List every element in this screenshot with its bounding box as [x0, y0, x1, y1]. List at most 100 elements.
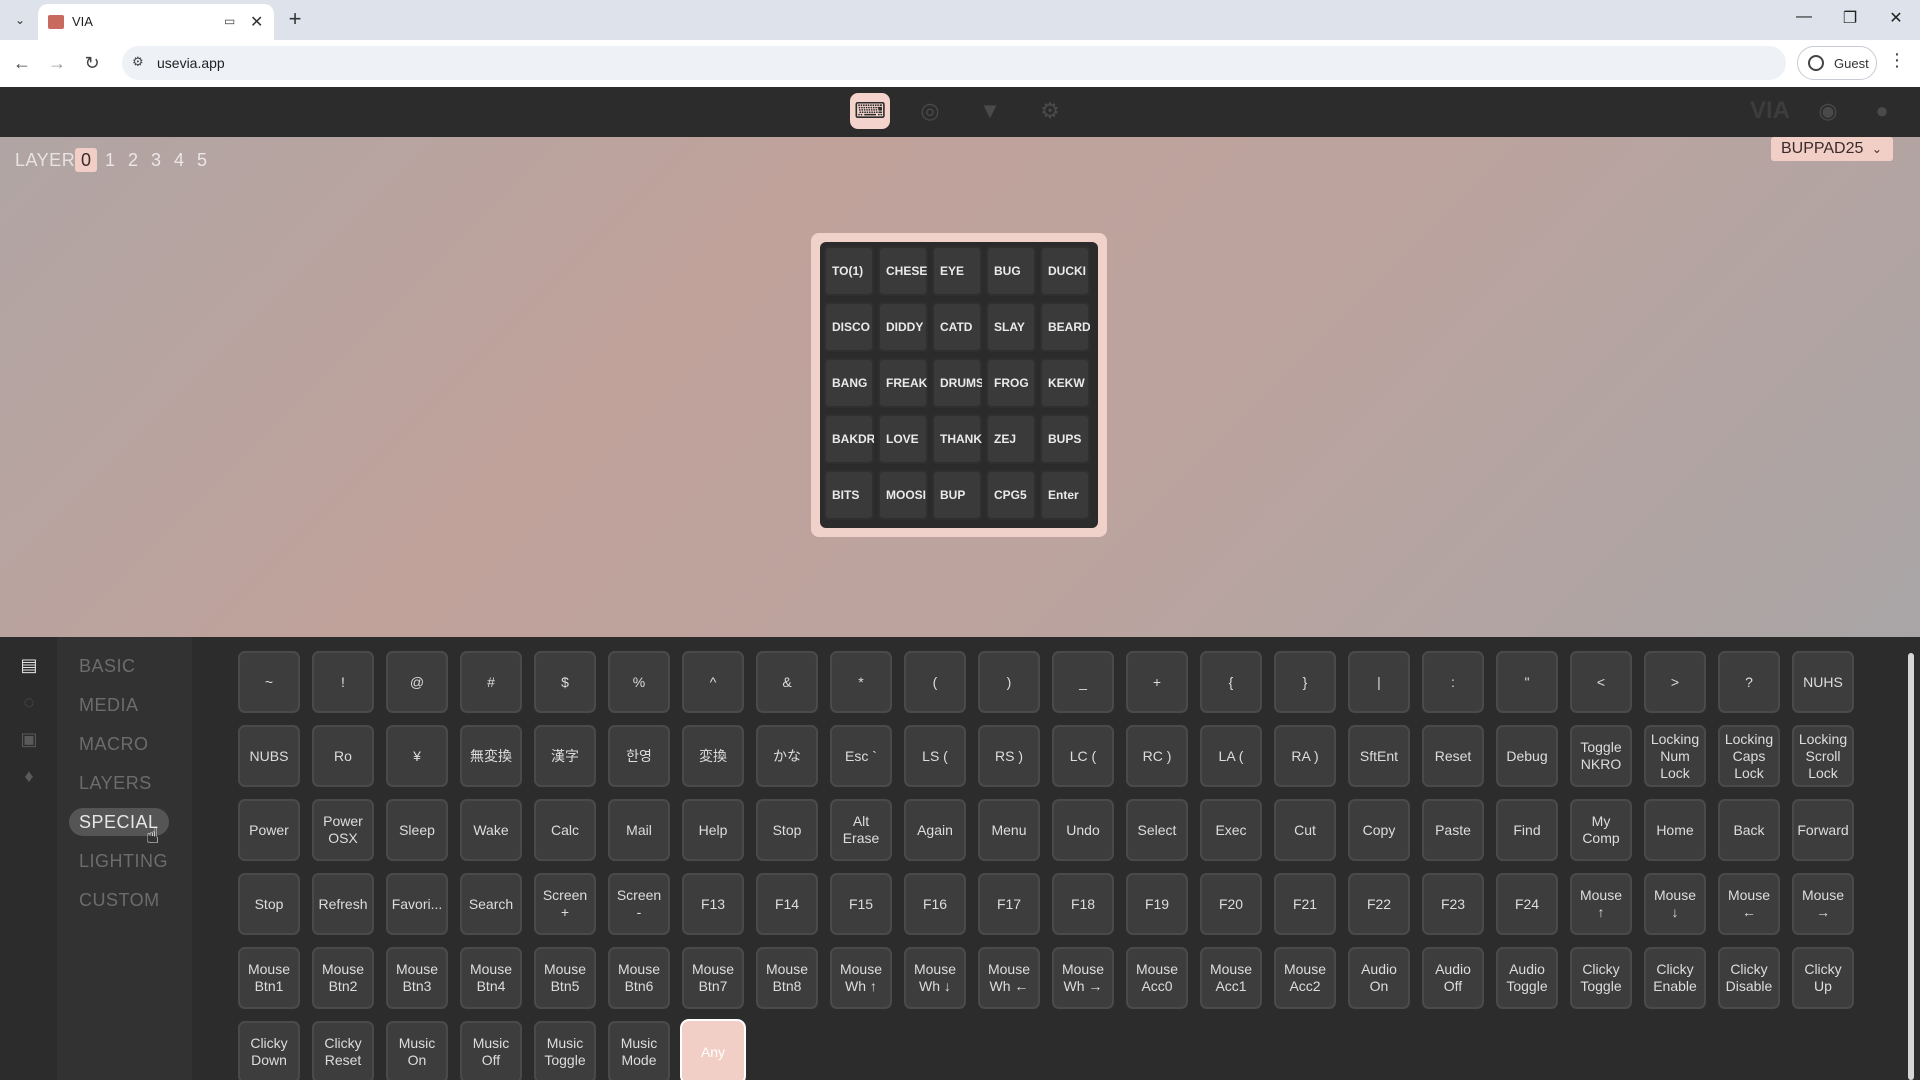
- minimize-icon[interactable]: —: [1789, 8, 1819, 26]
- keycode-button[interactable]: #: [460, 651, 522, 713]
- keycode-button[interactable]: Sleep: [386, 799, 448, 861]
- url-text[interactable]: usevia.app: [157, 55, 225, 71]
- keyboard-icon[interactable]: ⌨: [850, 93, 890, 129]
- keycode-button[interactable]: Clicky Down: [238, 1021, 300, 1080]
- keycode-button[interactable]: Any: [682, 1021, 744, 1080]
- keycode-button[interactable]: Mouse Wh ←: [978, 947, 1040, 1009]
- layer-5[interactable]: 5: [191, 148, 213, 172]
- keycode-button[interactable]: Mouse Wh ↑: [830, 947, 892, 1009]
- keycode-button[interactable]: Audio On: [1348, 947, 1410, 1009]
- keyboard-key[interactable]: CPG5: [986, 470, 1036, 520]
- keycode-button[interactable]: @: [386, 651, 448, 713]
- keycode-button[interactable]: Reset: [1422, 725, 1484, 787]
- category-lighting[interactable]: LIGHTING: [79, 847, 168, 875]
- keycode-button[interactable]: Music Off: [460, 1021, 522, 1080]
- keycode-button[interactable]: Music Toggle: [534, 1021, 596, 1080]
- keycode-button[interactable]: (: [904, 651, 966, 713]
- keyboard-key[interactable]: BUP: [932, 470, 982, 520]
- keycode-button[interactable]: NUBS: [238, 725, 300, 787]
- layer-1[interactable]: 1: [99, 148, 121, 172]
- keycode-button[interactable]: Wake: [460, 799, 522, 861]
- keycode-button[interactable]: {: [1200, 651, 1262, 713]
- keycode-button[interactable]: Mouse Wh →: [1052, 947, 1114, 1009]
- keycode-button[interactable]: +: [1126, 651, 1188, 713]
- keycode-button[interactable]: *: [830, 651, 892, 713]
- keyboard-key[interactable]: DUCKI: [1040, 246, 1090, 296]
- keyboard-key[interactable]: BITS: [824, 470, 874, 520]
- keycode-button[interactable]: Mouse ↑: [1570, 873, 1632, 935]
- keycode-button[interactable]: ~: [238, 651, 300, 713]
- browser-tab[interactable]: VIA ▭ ✕: [38, 4, 274, 40]
- keycode-button[interactable]: Clicky Up: [1792, 947, 1854, 1009]
- save-icon[interactable]: ▣: [19, 729, 39, 749]
- keycode-button[interactable]: %: [608, 651, 670, 713]
- keycode-button[interactable]: ): [978, 651, 1040, 713]
- keycode-button[interactable]: F14: [756, 873, 818, 935]
- back-icon[interactable]: ←: [10, 51, 34, 75]
- keycode-button[interactable]: Mouse Btn4: [460, 947, 522, 1009]
- keyboard-selector[interactable]: BUPPAD25 ⌄: [1771, 137, 1893, 161]
- keycode-button[interactable]: Power OSX: [312, 799, 374, 861]
- keycode-button[interactable]: Stop: [238, 873, 300, 935]
- keycode-button[interactable]: Mouse Btn2: [312, 947, 374, 1009]
- keyboard-key[interactable]: Enter: [1040, 470, 1090, 520]
- keycode-button[interactable]: かな: [756, 725, 818, 787]
- keycode-button[interactable]: Esc `: [830, 725, 892, 787]
- keyboard-key[interactable]: BUG: [986, 246, 1036, 296]
- keycode-button[interactable]: Help: [682, 799, 744, 861]
- keycode-button[interactable]: F18: [1052, 873, 1114, 935]
- keycode-button[interactable]: F15: [830, 873, 892, 935]
- keyboard-key[interactable]: CHESE: [878, 246, 928, 296]
- keycode-button[interactable]: <: [1570, 651, 1632, 713]
- keyboard-key[interactable]: BANG: [824, 358, 874, 408]
- keycode-button[interactable]: Mouse Btn3: [386, 947, 448, 1009]
- keycode-button[interactable]: My Comp: [1570, 799, 1632, 861]
- keycode-button[interactable]: F23: [1422, 873, 1484, 935]
- keyboard-key[interactable]: DRUMS: [932, 358, 982, 408]
- keycode-button[interactable]: Home: [1644, 799, 1706, 861]
- keycode-button[interactable]: Audio Off: [1422, 947, 1484, 1009]
- keycode-button[interactable]: ?: [1718, 651, 1780, 713]
- debug-icon[interactable]: ▼: [970, 93, 1010, 129]
- keycode-button[interactable]: F16: [904, 873, 966, 935]
- keycode-button[interactable]: F13: [682, 873, 744, 935]
- keycode-button[interactable]: Clicky Reset: [312, 1021, 374, 1080]
- keycode-button[interactable]: SftEnt: [1348, 725, 1410, 787]
- keycode-button[interactable]: Mouse Wh ↓: [904, 947, 966, 1009]
- keycode-button[interactable]: Screen +: [534, 873, 596, 935]
- keycode-button[interactable]: F17: [978, 873, 1040, 935]
- new-tab-icon[interactable]: +: [282, 6, 308, 32]
- keycode-button[interactable]: $: [534, 651, 596, 713]
- keycode-button[interactable]: Mouse Btn5: [534, 947, 596, 1009]
- github-icon[interactable]: ●: [1862, 93, 1902, 129]
- category-macro[interactable]: MACRO: [79, 730, 149, 758]
- layer-0[interactable]: 0: [75, 148, 97, 172]
- keycode-button[interactable]: RA ): [1274, 725, 1336, 787]
- keyboard-key[interactable]: FREAK: [878, 358, 928, 408]
- bulb-icon[interactable]: ♦: [19, 766, 39, 786]
- keyboard-key[interactable]: CATD: [932, 302, 982, 352]
- keyboard-key[interactable]: DISCO: [824, 302, 874, 352]
- category-layers[interactable]: LAYERS: [79, 769, 152, 797]
- category-custom[interactable]: CUSTOM: [79, 886, 160, 914]
- lighting-icon[interactable]: ◌: [19, 692, 39, 712]
- keycode-button[interactable]: ": [1496, 651, 1558, 713]
- keyboard-key[interactable]: LOVE: [878, 414, 928, 464]
- keycode-button[interactable]: Back: [1718, 799, 1780, 861]
- keyboard-key[interactable]: DIDDY: [878, 302, 928, 352]
- keycode-button[interactable]: RS ): [978, 725, 1040, 787]
- keyboard-key[interactable]: BEARD: [1040, 302, 1090, 352]
- profile-button[interactable]: Guest: [1797, 46, 1877, 80]
- keyboard-key[interactable]: BAKDR: [824, 414, 874, 464]
- keycode-button[interactable]: Cut: [1274, 799, 1336, 861]
- keycode-button[interactable]: LA (: [1200, 725, 1262, 787]
- keycode-button[interactable]: Forward: [1792, 799, 1854, 861]
- keycode-button[interactable]: F19: [1126, 873, 1188, 935]
- keycode-button[interactable]: Find: [1496, 799, 1558, 861]
- category-media[interactable]: MEDIA: [79, 691, 139, 719]
- keycode-button[interactable]: Alt Erase: [830, 799, 892, 861]
- keycode-button[interactable]: Mouse Acc2: [1274, 947, 1336, 1009]
- keyboard-key[interactable]: FROG: [986, 358, 1036, 408]
- browser-menu-icon[interactable]: ⋮: [1888, 50, 1906, 71]
- keycode-button[interactable]: Mouse Acc1: [1200, 947, 1262, 1009]
